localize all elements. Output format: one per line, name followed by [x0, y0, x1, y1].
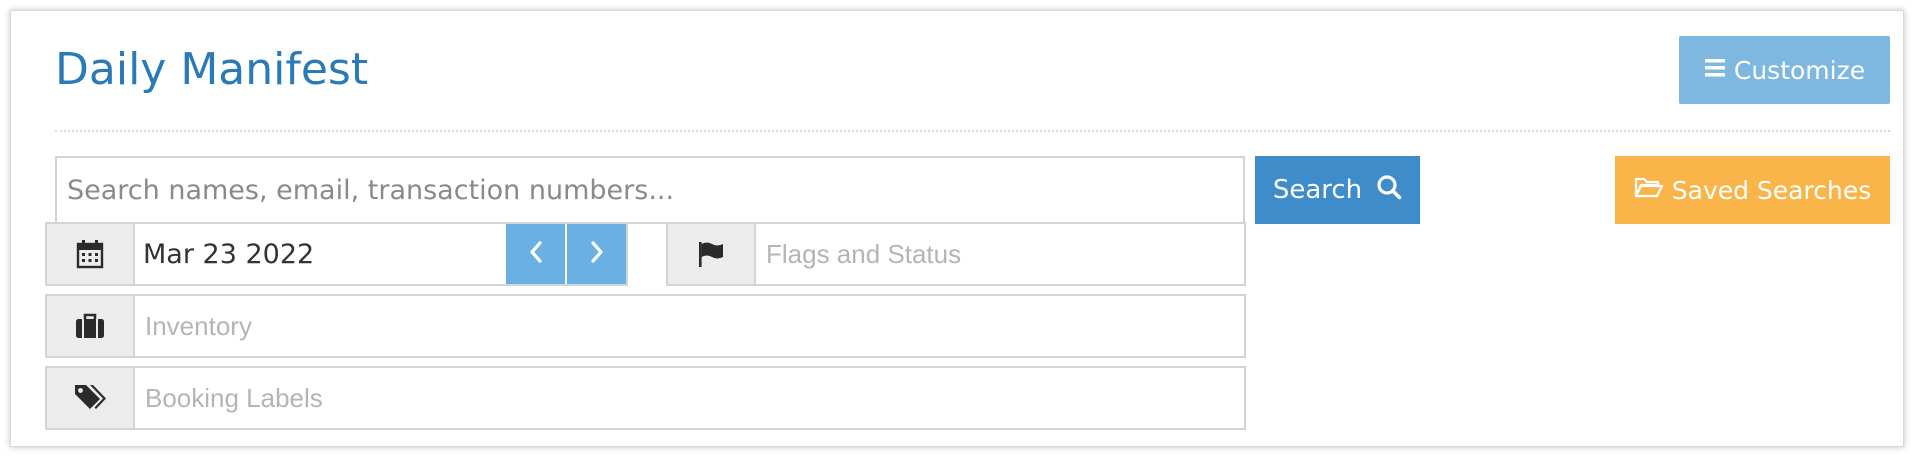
folder-open-icon [1634, 175, 1664, 205]
inventory-addon [47, 296, 135, 356]
booking-labels-field[interactable]: Booking Labels [135, 368, 1244, 428]
saved-searches-label: Saved Searches [1671, 175, 1872, 205]
page-title: Daily Manifest [55, 44, 369, 95]
date-prev-button[interactable] [504, 224, 565, 284]
date-next-button[interactable] [565, 224, 626, 284]
flags-filter: Flags and Status [666, 222, 1246, 286]
inventory-field[interactable]: Inventory [135, 296, 1244, 356]
booking-labels-addon [47, 368, 135, 428]
date-value[interactable]: Mar 23 2022 [135, 224, 504, 284]
search-icon [1376, 174, 1402, 207]
briefcase-icon [74, 312, 106, 340]
saved-searches-button[interactable]: Saved Searches [1615, 156, 1890, 224]
search-input[interactable] [55, 156, 1245, 224]
search-button[interactable]: Search [1255, 156, 1420, 224]
search-label: Search [1272, 175, 1363, 205]
inventory-filter: Inventory [45, 294, 1246, 358]
date-addon [47, 224, 135, 284]
list-icon [1704, 56, 1726, 85]
date-filter: Mar 23 2022 [45, 222, 628, 286]
booking-labels-filter: Booking Labels [45, 366, 1246, 430]
flag-icon [696, 240, 726, 268]
flags-addon [668, 224, 756, 284]
chevron-left-icon [527, 240, 545, 269]
calendar-icon [76, 239, 104, 269]
tags-icon [73, 383, 107, 413]
customize-button[interactable]: Customize [1679, 36, 1890, 104]
customize-label: Customize [1733, 55, 1866, 85]
title-divider [55, 130, 1890, 132]
daily-manifest-panel: Daily Manifest Customize Search names, e… [10, 10, 1904, 447]
chevron-right-icon [588, 240, 606, 269]
flags-field[interactable]: Flags and Status [756, 224, 1244, 284]
